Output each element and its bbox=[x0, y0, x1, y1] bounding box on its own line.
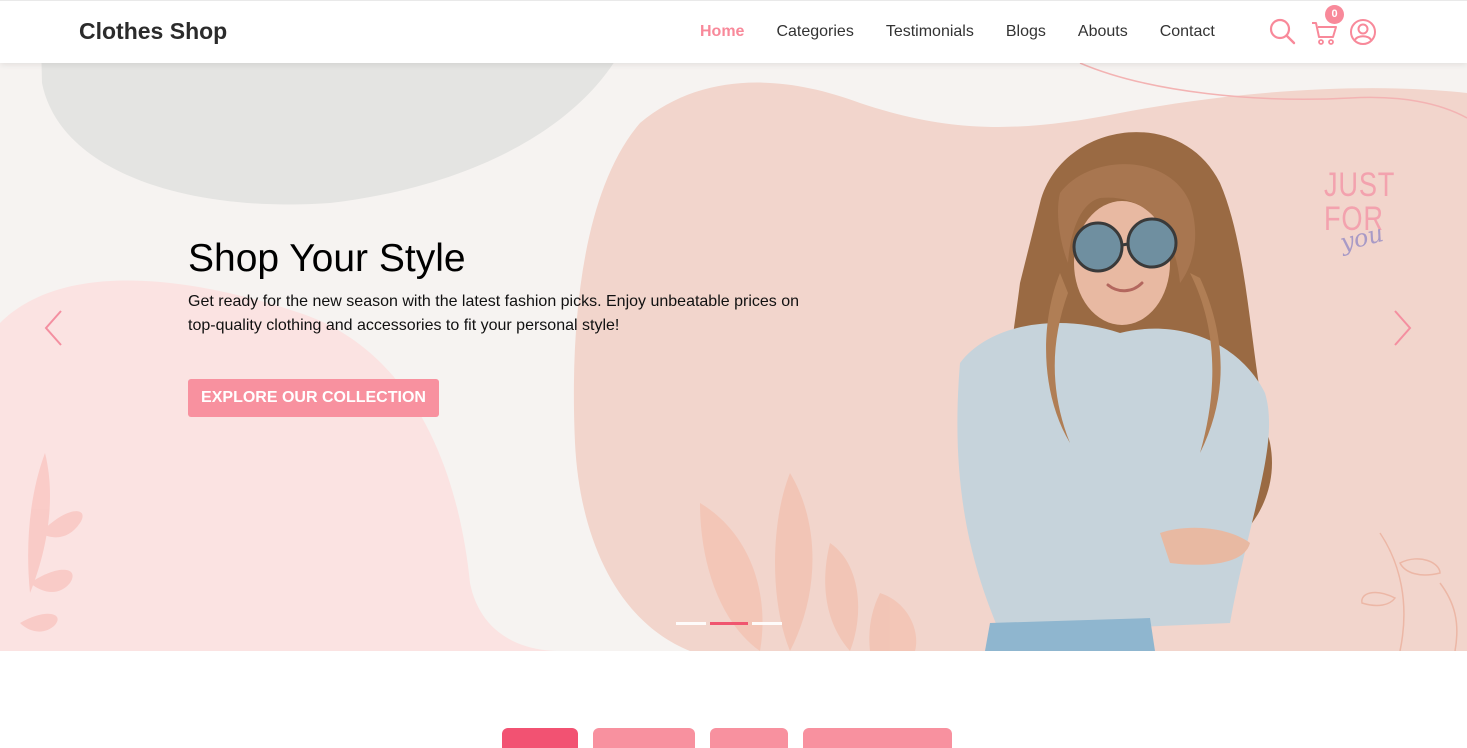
nav-item-testimonials[interactable]: Testimonials bbox=[886, 23, 974, 41]
just-for-you-badge: JUST FOR you bbox=[1324, 168, 1404, 268]
category-tab-2[interactable] bbox=[593, 728, 695, 748]
slider-dot-3[interactable] bbox=[752, 622, 782, 625]
nav-item-blogs[interactable]: Blogs bbox=[1006, 23, 1046, 41]
nav-item-categories[interactable]: Categories bbox=[776, 23, 853, 41]
hero-slider: JUST FOR you Shop Your Style Get ready f… bbox=[0, 63, 1467, 651]
chevron-left-icon[interactable] bbox=[42, 308, 66, 348]
category-tab-1[interactable] bbox=[502, 728, 578, 748]
slider-dot-2[interactable] bbox=[710, 622, 748, 625]
category-tab-3[interactable] bbox=[710, 728, 788, 748]
hero-title: Shop Your Style bbox=[188, 237, 466, 280]
slider-indicators bbox=[676, 622, 786, 625]
explore-collection-button[interactable]: EXPLORE OUR COLLECTION bbox=[188, 379, 439, 417]
category-tab-4[interactable] bbox=[803, 728, 952, 748]
search-icon[interactable] bbox=[1268, 17, 1298, 47]
nav-item-contact[interactable]: Contact bbox=[1160, 23, 1215, 41]
site-header: Clothes Shop Home Categories Testimonial… bbox=[0, 0, 1467, 63]
user-circle-icon[interactable] bbox=[1348, 17, 1378, 47]
hero-description: Get ready for the new season with the la… bbox=[188, 293, 800, 334]
chevron-right-icon[interactable] bbox=[1390, 308, 1414, 348]
main-nav: Home Categories Testimonials Blogs About… bbox=[700, 23, 1247, 41]
nav-item-abouts[interactable]: Abouts bbox=[1078, 23, 1128, 41]
hero-background bbox=[0, 63, 1467, 651]
slider-dot-1[interactable] bbox=[676, 622, 706, 625]
site-logo[interactable]: Clothes Shop bbox=[79, 18, 227, 45]
cart-count-badge: 0 bbox=[1325, 5, 1344, 24]
category-tabs bbox=[502, 728, 967, 748]
nav-item-home[interactable]: Home bbox=[700, 23, 744, 41]
promo-line-1: JUST bbox=[1324, 166, 1396, 204]
